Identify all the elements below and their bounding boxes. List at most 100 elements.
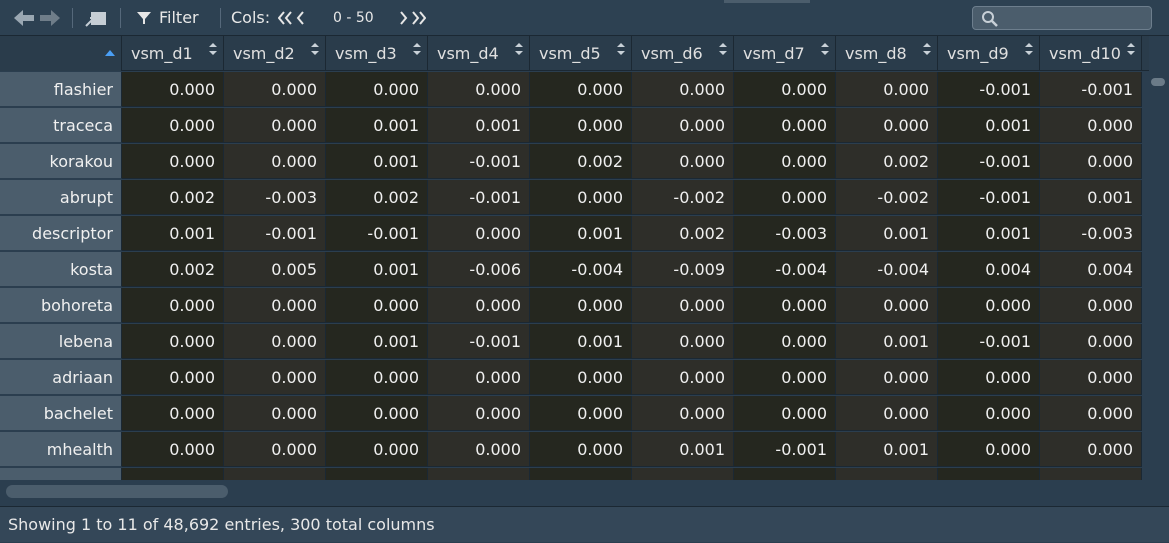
table-cell[interactable]: 0.001 <box>530 216 632 251</box>
sort-toggle-icon[interactable] <box>515 42 523 56</box>
table-cell[interactable]: 0.002 <box>836 144 938 179</box>
table-cell[interactable]: -0.001 <box>938 72 1040 107</box>
table-cell[interactable]: 0.000 <box>1040 288 1142 323</box>
table-cell[interactable]: -0.002 <box>632 180 734 215</box>
row-header[interactable]: korakou <box>0 144 122 179</box>
table-cell[interactable]: 0.001 <box>122 216 224 251</box>
row-header[interactable]: bohoreta <box>0 288 122 323</box>
table-cell[interactable]: 0.000 <box>530 396 632 431</box>
next-page-icon[interactable] <box>400 0 408 35</box>
table-cell[interactable]: -0.009 <box>632 252 734 287</box>
table-cell[interactable]: 0.000 <box>632 396 734 431</box>
sort-toggle-icon[interactable] <box>311 42 319 56</box>
table-cell[interactable]: 0.001 <box>326 324 428 359</box>
table-cell[interactable]: 0.000 <box>326 360 428 395</box>
row-header[interactable]: flashier <box>0 72 122 107</box>
sort-toggle-icon[interactable] <box>1127 42 1135 56</box>
table-cell[interactable]: 0.001 <box>1040 180 1142 215</box>
table-cell[interactable]: 0.000 <box>632 72 734 107</box>
table-cell[interactable]: 0.000 <box>734 108 836 143</box>
table-cell[interactable]: 0.001 <box>326 144 428 179</box>
table-cell[interactable]: 0.002 <box>530 144 632 179</box>
row-header[interactable]: bachelet <box>0 396 122 431</box>
sort-toggle-icon[interactable] <box>719 42 727 56</box>
table-cell[interactable]: 0.004 <box>1040 252 1142 287</box>
horizontal-scroll-thumb[interactable] <box>6 485 228 498</box>
table-cell[interactable]: 0.000 <box>530 288 632 323</box>
table-cell[interactable]: -0.001 <box>1040 72 1142 107</box>
table-cell[interactable]: 0.000 <box>836 108 938 143</box>
table-cell[interactable]: 0.004 <box>938 252 1040 287</box>
table-cell[interactable]: 0.000 <box>632 144 734 179</box>
table-cell[interactable]: 0.002 <box>122 252 224 287</box>
table-cell[interactable]: 0.000 <box>224 360 326 395</box>
table-cell[interactable]: -0.001 <box>938 180 1040 215</box>
column-header[interactable]: vsm_d3 <box>326 36 428 71</box>
first-page-icon[interactable] <box>278 0 292 35</box>
vertical-scrollbar[interactable] <box>1149 36 1169 480</box>
table-cell[interactable]: 0.000 <box>734 396 836 431</box>
table-cell[interactable]: 0.000 <box>122 144 224 179</box>
column-header[interactable]: vsm_d6 <box>632 36 734 71</box>
table-cell[interactable]: 0.000 <box>1040 396 1142 431</box>
table-cell[interactable]: 0.000 <box>428 396 530 431</box>
popout-icon[interactable] <box>84 0 108 35</box>
row-header[interactable]: traceca <box>0 108 122 143</box>
table-cell[interactable]: 0.000 <box>122 324 224 359</box>
table-cell[interactable]: -0.001 <box>938 324 1040 359</box>
table-cell[interactable]: 0.000 <box>632 108 734 143</box>
table-cell[interactable]: 0.000 <box>428 288 530 323</box>
table-cell[interactable]: 0.000 <box>122 288 224 323</box>
table-cell[interactable]: 0.000 <box>1040 432 1142 467</box>
table-cell[interactable]: 0.000 <box>428 360 530 395</box>
table-cell[interactable]: 0.000 <box>326 432 428 467</box>
table-cell[interactable]: 0.001 <box>938 216 1040 251</box>
table-cell[interactable]: 0.000 <box>836 72 938 107</box>
table-cell[interactable]: 0.000 <box>938 396 1040 431</box>
back-arrow-icon[interactable] <box>12 0 36 35</box>
table-cell[interactable]: -0.001 <box>224 216 326 251</box>
table-cell[interactable]: -0.001 <box>428 180 530 215</box>
column-header[interactable]: vsm_d8 <box>836 36 938 71</box>
table-cell[interactable]: 0.002 <box>632 216 734 251</box>
table-cell[interactable]: -0.001 <box>428 144 530 179</box>
table-cell[interactable]: 0.000 <box>632 360 734 395</box>
last-page-icon[interactable] <box>412 0 426 35</box>
table-cell[interactable]: 0.000 <box>122 360 224 395</box>
table-cell[interactable]: 0.001 <box>836 324 938 359</box>
table-cell[interactable]: 0.000 <box>734 288 836 323</box>
table-cell[interactable]: 0.000 <box>428 216 530 251</box>
column-header[interactable]: vsm_d10 <box>1040 36 1142 71</box>
sort-toggle-icon[interactable] <box>209 42 217 56</box>
table-cell[interactable]: -0.001 <box>734 432 836 467</box>
sort-toggle-icon[interactable] <box>617 42 625 56</box>
table-cell[interactable]: 0.001 <box>836 432 938 467</box>
table-cell[interactable]: 0.000 <box>734 72 836 107</box>
table-cell[interactable]: -0.001 <box>428 324 530 359</box>
table-cell[interactable]: 0.000 <box>428 432 530 467</box>
prev-page-icon[interactable] <box>296 0 304 35</box>
table-cell[interactable]: 0.000 <box>326 396 428 431</box>
table-cell[interactable]: 0.000 <box>224 72 326 107</box>
table-cell[interactable]: -0.003 <box>224 180 326 215</box>
table-cell[interactable]: 0.000 <box>734 180 836 215</box>
table-cell[interactable]: 0.000 <box>836 360 938 395</box>
table-cell[interactable]: 0.000 <box>224 144 326 179</box>
sort-toggle-icon[interactable] <box>923 42 931 56</box>
table-cell[interactable]: 0.001 <box>530 324 632 359</box>
table-cell[interactable]: 0.000 <box>734 360 836 395</box>
sort-toggle-icon[interactable] <box>1025 42 1033 56</box>
table-cell[interactable]: 0.000 <box>530 72 632 107</box>
table-cell[interactable]: 0.001 <box>938 108 1040 143</box>
row-header[interactable]: adriaan <box>0 360 122 395</box>
table-cell[interactable]: 0.001 <box>836 216 938 251</box>
filter-button[interactable]: Filter <box>137 0 199 35</box>
table-cell[interactable]: 0.000 <box>122 72 224 107</box>
table-cell[interactable]: 0.000 <box>938 288 1040 323</box>
table-cell[interactable]: 0.001 <box>632 432 734 467</box>
column-header[interactable]: vsm_d7 <box>734 36 836 71</box>
table-cell[interactable]: 0.000 <box>326 72 428 107</box>
table-cell[interactable]: 0.000 <box>938 360 1040 395</box>
row-header[interactable]: descriptor <box>0 216 122 251</box>
table-cell[interactable]: 0.000 <box>632 288 734 323</box>
